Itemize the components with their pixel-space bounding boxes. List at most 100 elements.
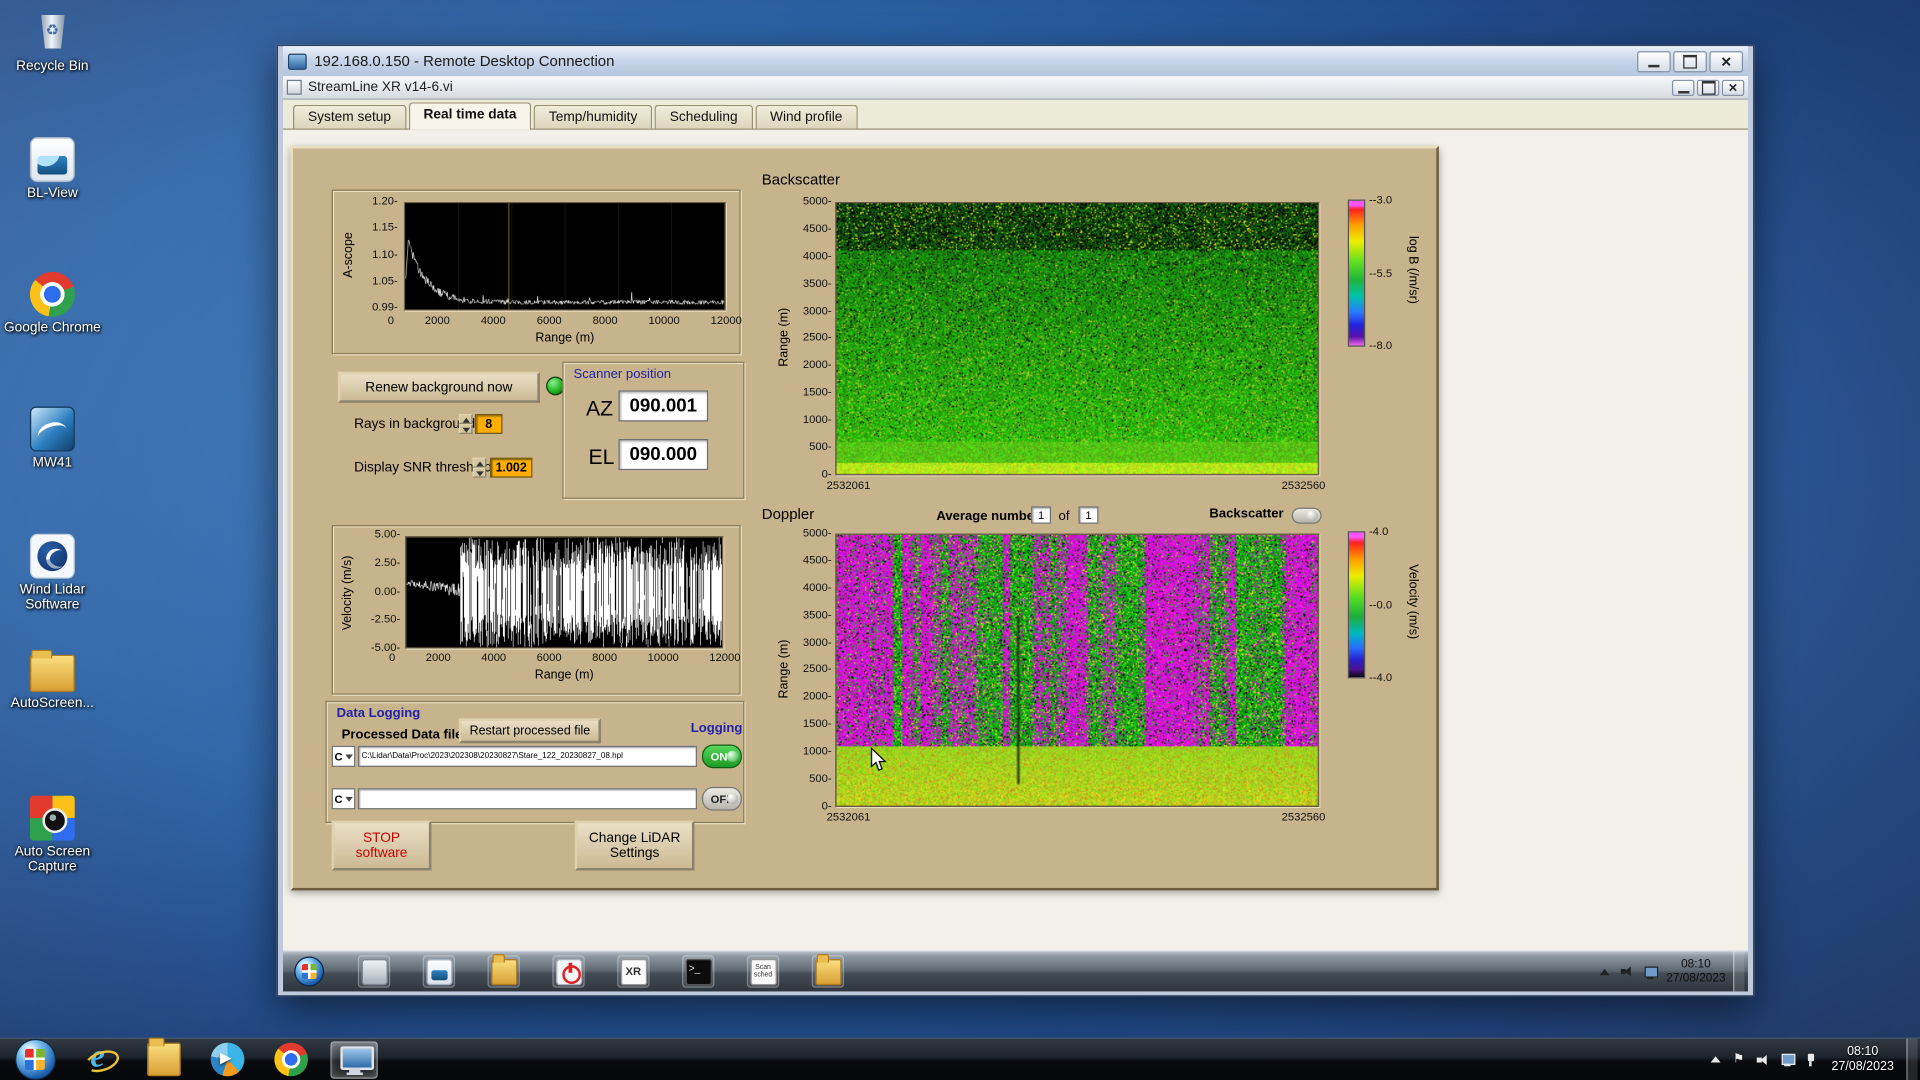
maximize-button[interactable] (1673, 50, 1707, 72)
remote-taskbar-scan-scheduler[interactable]: Scan sched (746, 955, 780, 988)
tick-label: -4.0 (1369, 672, 1392, 683)
action-center-icon[interactable] (1732, 1051, 1748, 1067)
remote-taskbar-start-orb[interactable] (293, 955, 325, 987)
processed-logging-toggle[interactable]: ON (701, 744, 742, 769)
remote-taskbar-paint-app[interactable] (357, 955, 391, 988)
tick-label: 0 (387, 314, 395, 327)
desktop-icon-recycle-bin[interactable]: Recycle Bin (2, 10, 102, 74)
change-lidar-settings-button[interactable]: Change LiDAR Settings (574, 820, 695, 871)
tick-label: 3000 (803, 636, 832, 648)
az-value-field[interactable]: 090.001 (618, 390, 709, 422)
desktop-icon-auto-screen-capture[interactable]: Auto Screen Capture (2, 795, 102, 874)
tab-temp-humidity[interactable]: Temp/humidity (533, 104, 653, 129)
raw-file-path-field[interactable] (357, 788, 697, 810)
app-minimize-button[interactable] (1671, 79, 1695, 96)
desktop-icon-label: Wind Lidar Software (19, 582, 86, 613)
taskbar-windows-explorer[interactable] (140, 1037, 187, 1078)
remote-taskbar-power-off-app[interactable] (552, 955, 585, 988)
snr-spinner[interactable] (472, 457, 487, 478)
taskbar-remote-desktop[interactable] (330, 1040, 378, 1079)
raw-logging-toggle[interactable]: OFF (701, 786, 742, 811)
rays-spinner[interactable] (458, 414, 473, 434)
desktop-icon-autoscreen-folder[interactable]: AutoScreen... (2, 648, 102, 711)
tick-label: 6000 (536, 650, 562, 664)
remote-show-desktop-button[interactable] (1733, 951, 1745, 992)
doppler-x-ticks: 2532061 2532560 (827, 810, 1326, 824)
network-icon[interactable] (1643, 963, 1659, 979)
average-of-label: of (1058, 508, 1070, 524)
tick-label: 1500 (803, 386, 832, 398)
stop-button-line2: software (355, 845, 408, 861)
rdp-window-title: 192.168.0.150 - Remote Desktop Connectio… (314, 52, 615, 70)
processed-file-path-field[interactable]: C:\Lidar\Data\Proc\2023\202308\20230827\… (357, 745, 697, 767)
internet-explorer-icon (83, 1038, 117, 1077)
tab-system-setup[interactable]: System setup (292, 104, 407, 129)
velocity-plot[interactable] (405, 536, 724, 649)
remote-taskbar-file-explorer[interactable] (811, 953, 845, 988)
data-logging-title: Data Logging (336, 705, 421, 721)
snr-value-field[interactable]: 1.002 (489, 457, 533, 478)
backscatter-toggle[interactable] (1291, 507, 1322, 524)
minimize-button[interactable] (1637, 50, 1671, 72)
tab-wind-profile[interactable]: Wind profile (755, 104, 858, 129)
average-total-field[interactable]: 1 (1078, 506, 1099, 524)
tick-label: 12000 (710, 314, 742, 327)
average-number-field[interactable]: 1 (1031, 506, 1052, 524)
tick-label: 4000 (803, 250, 832, 261)
scanner-position-group: Scanner position AZ 090.001 EL 090.000 (562, 361, 745, 499)
tick-label: 2500 (803, 663, 832, 675)
backscatter-heatmap[interactable] (835, 202, 1320, 476)
tick-label: 4000 (481, 650, 507, 664)
desktop-icon-bl-view[interactable]: BL-View (2, 137, 102, 201)
desktop-icon-mw41[interactable]: MW41 (2, 406, 102, 470)
desktop-icon-google-chrome[interactable]: Google Chrome (2, 271, 102, 335)
power-plug-icon[interactable] (1803, 1051, 1819, 1067)
autoscreen-folder-icon (29, 649, 75, 693)
taskbar-windows-media-player[interactable] (203, 1041, 250, 1078)
app-titlebar[interactable]: StreamLine XR v14-6.vi (283, 76, 1749, 100)
doppler-y-ticks: 5000450040003500300025002000150010005000 (784, 527, 832, 812)
velocity-y-ticks: 5.002.500.00-2.50-5.00 (353, 528, 400, 654)
tick-label: 1.10 (372, 248, 398, 260)
app-restore-button[interactable] (1696, 79, 1720, 96)
taskbar-clock[interactable]: 08:10 27/08/2023 (1831, 1044, 1893, 1074)
close-button[interactable] (1709, 50, 1744, 72)
tick-label: 0.99 (372, 301, 398, 313)
volume-icon[interactable] (1620, 963, 1636, 979)
tab-real-time-data[interactable]: Real time data (408, 102, 532, 130)
hidden-icons-arrow-icon[interactable] (1598, 963, 1614, 979)
rays-value-field[interactable]: 8 (475, 414, 503, 434)
show-hidden-icons-icon[interactable] (1708, 1051, 1724, 1067)
rdp-titlebar[interactable]: 192.168.0.150 - Remote Desktop Connectio… (283, 46, 1749, 77)
tick-label: 3000 (803, 304, 832, 316)
volume-icon[interactable] (1755, 1051, 1771, 1067)
tick-label: 2532560 (1281, 810, 1326, 824)
tab-scheduling[interactable]: Scheduling (654, 104, 753, 129)
network-icon[interactable] (1779, 1051, 1796, 1067)
tick-label: 500 (809, 773, 831, 784)
show-desktop-button[interactable] (1906, 1038, 1918, 1080)
desktop-icon-wind-lidar[interactable]: Wind Lidar Software (2, 533, 102, 613)
ascope-x-axis-label: Range (m) (535, 331, 595, 346)
remote-taskbar-bl-view-app[interactable] (422, 955, 456, 988)
restart-processed-file-button[interactable]: Restart processed file (458, 718, 601, 744)
taskbar-internet-explorer[interactable] (76, 1038, 123, 1078)
scanner-position-title: Scanner position (573, 366, 672, 382)
rdp-window: 192.168.0.150 - Remote Desktop Connectio… (276, 44, 1755, 997)
remote-taskbar-command-prompt[interactable] (681, 955, 715, 988)
el-value-field[interactable]: 090.000 (618, 438, 709, 471)
processed-drive-selector[interactable]: C (331, 745, 356, 767)
backscatter-y-ticks: 5000450040003500300025002000150010005000 (784, 195, 832, 480)
remote-taskbar-xr-app[interactable]: XR (617, 955, 650, 988)
stop-software-button[interactable]: STOP software (331, 820, 432, 871)
ascope-plot[interactable] (403, 202, 726, 311)
renew-background-button[interactable]: Renew background now (337, 371, 540, 403)
remote-clock[interactable]: 08:10 27/08/2023 (1666, 958, 1725, 985)
remote-taskbar-folder-viewer[interactable] (487, 953, 520, 988)
taskbar-google-chrome[interactable] (267, 1041, 314, 1078)
tray-icons (1708, 1051, 1819, 1068)
doppler-heatmap[interactable] (835, 533, 1320, 807)
raw-drive-selector[interactable]: C (331, 788, 356, 810)
app-close-button[interactable] (1721, 79, 1745, 96)
taskbar-start-orb[interactable] (10, 1038, 60, 1080)
